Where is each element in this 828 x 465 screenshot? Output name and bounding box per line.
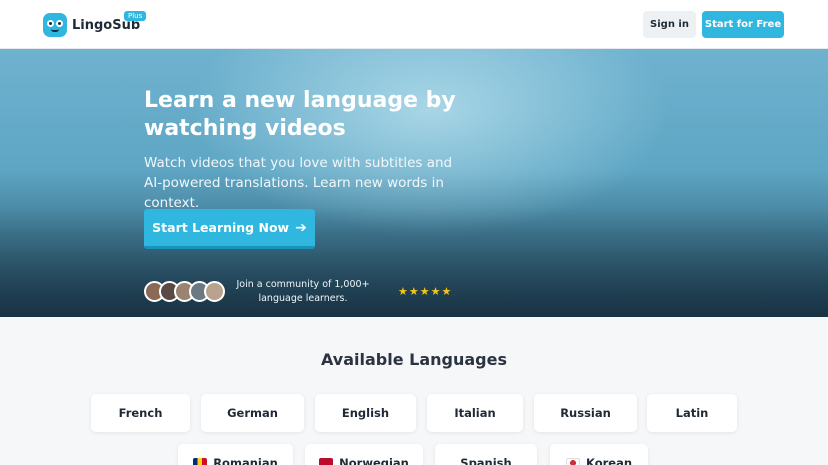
language-card-norwegian[interactable]: Norwegian: [305, 444, 423, 465]
language-label: Norwegian: [339, 456, 409, 465]
sign-in-button[interactable]: Sign in: [643, 11, 696, 38]
romania-flag-icon: [193, 458, 208, 465]
plan-badge: Plus: [124, 11, 147, 21]
language-card-italian[interactable]: Italian: [427, 394, 523, 432]
community-avatars: [144, 281, 225, 302]
hero-subtitle: Watch videos that you love with subtitle…: [144, 155, 453, 211]
korea-flag-icon: [565, 458, 580, 465]
language-card-russian[interactable]: Russian: [534, 394, 637, 432]
language-label: English: [341, 406, 390, 420]
language-card-romanian[interactable]: Romanian: [178, 444, 293, 465]
rating-stars-icon: ★★★★★: [398, 285, 453, 298]
language-card-french[interactable]: French: [91, 394, 190, 432]
brand-logo[interactable]: LingoSub Plus: [43, 11, 147, 37]
community-text: Join a community of 1,000+ language lear…: [236, 279, 370, 304]
language-label: German: [227, 406, 278, 420]
top-nav: LingoSub Plus Sign in Start for Free: [0, 0, 828, 49]
language-card-korean[interactable]: Korean: [550, 444, 648, 465]
start-for-free-button[interactable]: Start for Free: [702, 11, 784, 38]
arrow-right-icon: ➔: [295, 219, 307, 236]
language-card-spanish[interactable]: Spanish: [435, 444, 537, 465]
available-languages-title: Available Languages: [320, 350, 507, 369]
lingosub-mascot-icon: [43, 13, 67, 37]
language-card-german[interactable]: German: [201, 394, 304, 432]
hero-banner: Learn a new language by watching videos …: [0, 49, 828, 317]
hero-background-shade: [0, 207, 828, 317]
hero-title: Learn a new language by watching videos: [144, 88, 456, 141]
norway-flag-icon: [319, 458, 334, 465]
language-label: Italian: [454, 406, 496, 420]
language-label: Korean: [585, 456, 633, 465]
language-label: Russian: [560, 406, 611, 420]
language-label: French: [118, 406, 163, 420]
start-learning-button[interactable]: Start Learning Now ➔: [144, 209, 315, 249]
language-label: Latin: [675, 406, 709, 420]
language-card-latin[interactable]: Latin: [647, 394, 737, 432]
language-label: Romanian: [213, 456, 278, 465]
language-card-english[interactable]: English: [315, 394, 416, 432]
language-label: Spanish: [460, 456, 512, 465]
start-learning-label: Start Learning Now: [152, 220, 290, 235]
